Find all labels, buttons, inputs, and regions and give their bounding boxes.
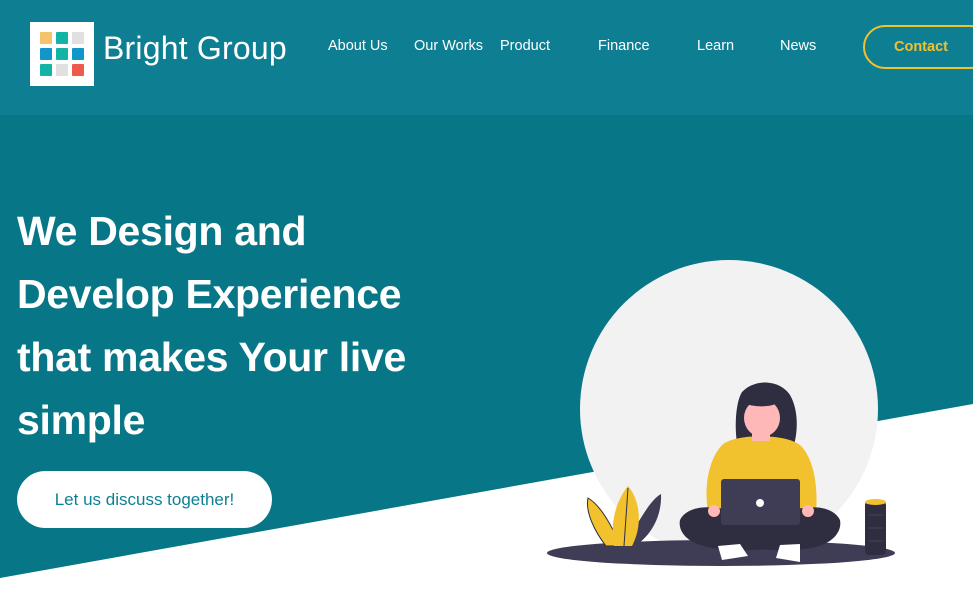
contact-button[interactable]: Contact	[863, 25, 973, 69]
site-header: Bright Group About Us Our Works Product …	[0, 0, 973, 115]
woman-with-laptop-illustration	[547, 260, 895, 566]
nav-link-news[interactable]: News	[780, 36, 850, 57]
discuss-cta-button[interactable]: Let us discuss together!	[17, 471, 272, 528]
brand-name[interactable]: Bright Group	[103, 30, 287, 67]
headline-line: that makes Your live	[17, 334, 406, 380]
nav-link-about[interactable]: About Us	[328, 36, 398, 57]
headline-line: Develop Experience	[17, 271, 402, 317]
headline-line: We Design and	[17, 208, 307, 254]
logo[interactable]	[30, 22, 94, 86]
grid-logo-icon	[40, 32, 86, 78]
nav-link-finance[interactable]: Finance	[598, 36, 668, 57]
hero-headline: We Design and Develop Experience that ma…	[17, 200, 447, 452]
nav-link-product[interactable]: Product	[500, 36, 570, 57]
nav-link-our-works[interactable]: Our Works	[414, 36, 484, 57]
nav-link-learn[interactable]: Learn	[697, 36, 767, 57]
headline-line: simple	[17, 397, 146, 443]
